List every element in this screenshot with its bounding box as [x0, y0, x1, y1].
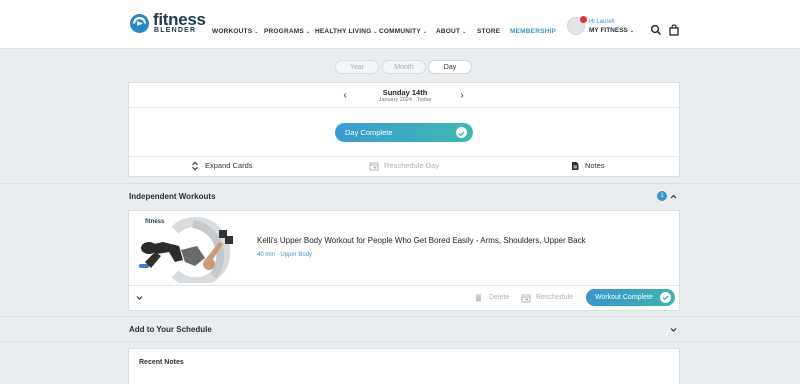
nav-workouts[interactable]: WORKOUTS ⌄	[212, 28, 259, 35]
chevron-down-icon: ⌄	[422, 29, 428, 35]
expand-cards-button[interactable]: Expand Cards	[205, 161, 253, 170]
day-complete-label: Day Complete	[345, 128, 393, 137]
workout-count-badge: 1	[657, 191, 667, 201]
notes-icon	[572, 162, 579, 170]
toggle-day[interactable]: Day	[428, 60, 472, 74]
site-header: fitness BLENDER WORKOUTS ⌄ PROGRAMS ⌄ HEAL…	[0, 0, 800, 49]
calendar-reschedule-icon	[521, 294, 531, 303]
workout-thumbnail[interactable]: fitness	[135, 216, 243, 287]
shopping-bag-icon[interactable]	[668, 24, 680, 36]
workout-complete-button[interactable]: Workout Complete	[586, 289, 675, 306]
chevron-down-icon: ⌄	[462, 29, 467, 35]
workout-title[interactable]: Kelli's Upper Body Workout for People Wh…	[257, 236, 586, 245]
toggle-year[interactable]: Year	[335, 60, 379, 74]
independent-workouts-title: Independent Workouts	[129, 192, 216, 201]
delete-button[interactable]: Delete	[489, 294, 509, 301]
section-divider	[0, 341, 800, 342]
divider	[129, 285, 681, 286]
chevron-down-icon: ⌄	[254, 29, 259, 35]
nav-membership[interactable]: MEMBERSHIP	[510, 28, 556, 35]
chevron-down-icon: ⌄	[629, 28, 634, 34]
trash-icon	[475, 294, 482, 302]
chevron-up-icon[interactable]	[669, 192, 678, 201]
chevron-down-icon[interactable]	[669, 325, 678, 334]
day-complete-button[interactable]: Day Complete	[335, 123, 473, 142]
my-fitness-menu[interactable]: MY FITNESS ⌄	[589, 27, 634, 34]
checkmark-icon	[660, 292, 671, 303]
expand-icon	[192, 161, 198, 171]
nav-community[interactable]: COMMUNITY ⌄	[379, 28, 427, 35]
thumbnail-brand: fitness	[145, 219, 165, 225]
workout-meta: 40 min · Upper Body	[257, 252, 313, 258]
workout-complete-label: Workout Complete	[595, 294, 653, 301]
notification-dot	[580, 16, 587, 23]
logo-subtitle: BLENDER	[154, 27, 197, 34]
recent-notes-title: Recent Notes	[139, 359, 184, 366]
chevron-down-icon: ⌄	[305, 29, 311, 35]
calendar-reschedule-icon	[369, 162, 379, 171]
workout-card: fitness Kelli's Upper Body Workout for P…	[128, 210, 681, 311]
nav-store[interactable]: STORE	[477, 28, 500, 35]
greeting-text: Hi Laurel!	[589, 19, 615, 25]
nav-programs[interactable]: PROGRAMS ⌄	[264, 28, 310, 35]
day-title: Sunday 14th	[382, 88, 428, 97]
fitness-blender-logo[interactable]: fitness BLENDER	[129, 10, 209, 37]
search-icon[interactable]	[650, 24, 662, 36]
chevron-down-icon: ⌄	[373, 29, 378, 35]
logo-mark-icon	[130, 14, 149, 33]
nav-about[interactable]: ABOUT ⌄	[436, 28, 467, 35]
chevron-down-icon[interactable]	[135, 293, 144, 302]
section-divider	[0, 183, 800, 184]
reschedule-day-button[interactable]: Reschedule Day	[384, 161, 439, 170]
divider	[129, 107, 681, 108]
nav-healthy-living[interactable]: HEALTHY LIVING ⌄	[315, 28, 378, 35]
reschedule-button[interactable]: Reschedule	[536, 294, 573, 301]
toggle-month[interactable]: Month	[382, 60, 426, 74]
add-to-schedule-title[interactable]: Add to Your Schedule	[129, 325, 212, 334]
notes-button[interactable]: Notes	[585, 161, 605, 170]
recent-notes-card: Recent Notes	[128, 348, 680, 384]
section-divider	[0, 316, 800, 317]
day-card: ‹ › Sunday 14th January 2024 · Today Day…	[128, 82, 681, 177]
divider	[129, 156, 681, 157]
day-subtitle: January 2024 · Today	[378, 97, 432, 103]
checkmark-icon	[456, 127, 467, 138]
workout-thumbnail-image	[135, 216, 243, 287]
